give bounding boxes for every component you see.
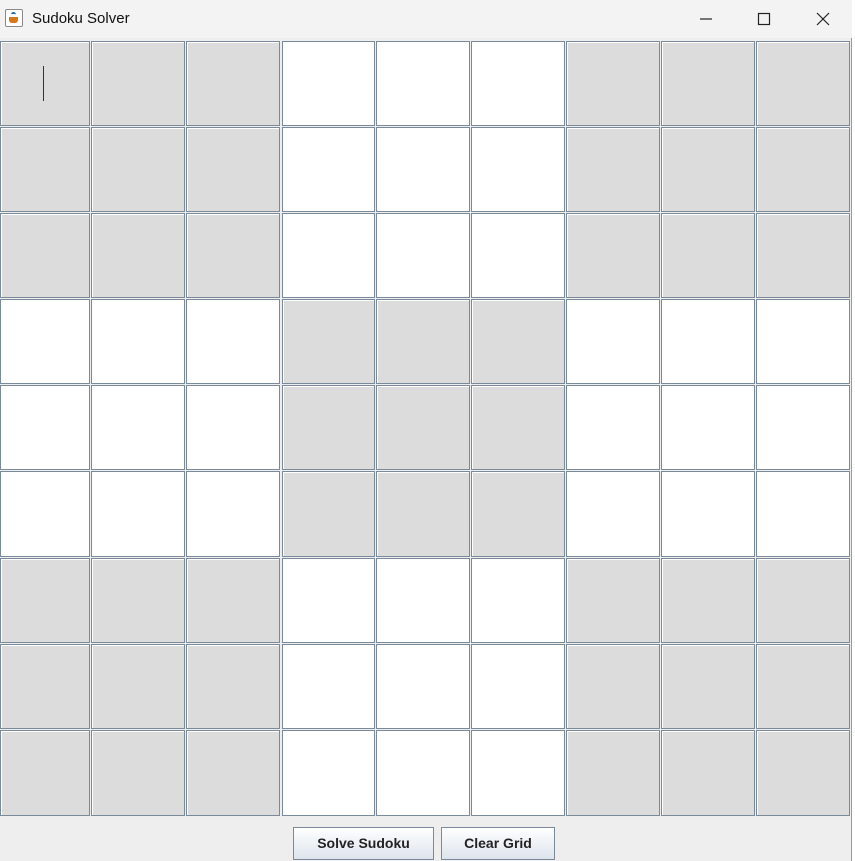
sudoku-cell[interactable] [0,41,90,126]
sudoku-cell[interactable] [91,644,185,729]
sudoku-grid [0,41,851,817]
sudoku-cell[interactable] [756,213,850,298]
clear-grid-button[interactable]: Clear Grid [441,827,555,860]
sudoku-cell[interactable] [756,127,850,212]
sudoku-cell[interactable] [0,299,90,384]
sudoku-cell[interactable] [376,299,470,384]
sudoku-cell[interactable] [186,558,280,643]
sudoku-cell[interactable] [566,299,660,384]
sudoku-cell[interactable] [376,127,470,212]
sudoku-cell[interactable] [0,471,90,557]
solve-sudoku-button[interactable]: Solve Sudoku [293,827,434,860]
sudoku-cell[interactable] [282,644,375,729]
sudoku-cell[interactable] [282,127,375,212]
sudoku-cell[interactable] [0,644,90,729]
sudoku-cell[interactable] [471,471,565,557]
sudoku-cell[interactable] [376,385,470,470]
app-window: Sudoku Solver Solve Sudoku Clear Grid [0,0,852,861]
sudoku-cell[interactable] [566,730,660,816]
sudoku-cell[interactable] [566,213,660,298]
window-title: Sudoku Solver [32,10,130,27]
sudoku-cell[interactable] [0,127,90,212]
sudoku-cell[interactable] [566,41,660,126]
sudoku-cell[interactable] [91,299,185,384]
minimize-icon [700,18,712,20]
sudoku-cell[interactable] [91,213,185,298]
sudoku-cell[interactable] [91,471,185,557]
sudoku-cell[interactable] [186,471,280,557]
sudoku-cell[interactable] [756,730,850,816]
sudoku-cell[interactable] [756,385,850,470]
sudoku-cell[interactable] [756,644,850,729]
sudoku-cell[interactable] [756,471,850,557]
sudoku-cell[interactable] [471,730,565,816]
sudoku-cell[interactable] [661,730,755,816]
sudoku-cell[interactable] [376,471,470,557]
sudoku-cell[interactable] [661,299,755,384]
sudoku-cell[interactable] [186,127,280,212]
java-cup-icon[interactable] [5,9,23,27]
sudoku-cell[interactable] [566,558,660,643]
maximize-icon [757,12,771,26]
sudoku-cell[interactable] [661,558,755,643]
sudoku-cell[interactable] [282,41,375,126]
sudoku-cell[interactable] [0,730,90,816]
title-bar: Sudoku Solver [0,0,852,38]
sudoku-cell[interactable] [471,299,565,384]
sudoku-cell[interactable] [661,213,755,298]
sudoku-cell[interactable] [0,213,90,298]
sudoku-cell[interactable] [566,644,660,729]
sudoku-cell[interactable] [566,471,660,557]
sudoku-cell[interactable] [186,41,280,126]
sudoku-cell[interactable] [471,644,565,729]
sudoku-cell[interactable] [756,41,850,126]
sudoku-cell[interactable] [471,558,565,643]
sudoku-cell[interactable] [91,730,185,816]
sudoku-cell[interactable] [0,558,90,643]
maximize-button[interactable] [741,0,787,38]
sudoku-cell[interactable] [282,299,375,384]
sudoku-cell[interactable] [282,213,375,298]
sudoku-cell[interactable] [661,471,755,557]
sudoku-cell[interactable] [282,730,375,816]
sudoku-cell[interactable] [376,644,470,729]
sudoku-cell[interactable] [91,41,185,126]
sudoku-cell[interactable] [282,471,375,557]
sudoku-cell[interactable] [471,385,565,470]
sudoku-cell[interactable] [0,385,90,470]
sudoku-cell[interactable] [186,730,280,816]
sudoku-cell[interactable] [661,127,755,212]
sudoku-cell[interactable] [186,385,280,470]
close-icon [816,12,830,26]
sudoku-cell[interactable] [471,41,565,126]
sudoku-cell[interactable] [186,213,280,298]
sudoku-cell[interactable] [471,127,565,212]
sudoku-cell[interactable] [91,558,185,643]
sudoku-cell[interactable] [566,385,660,470]
minimize-button[interactable] [683,0,729,38]
close-button[interactable] [800,0,846,38]
sudoku-cell[interactable] [661,41,755,126]
sudoku-cell[interactable] [376,558,470,643]
sudoku-cell[interactable] [186,644,280,729]
sudoku-cell[interactable] [282,558,375,643]
sudoku-cell[interactable] [756,558,850,643]
sudoku-cell[interactable] [91,385,185,470]
sudoku-cell[interactable] [661,385,755,470]
sudoku-cell[interactable] [756,299,850,384]
sudoku-cell[interactable] [186,299,280,384]
sudoku-cell[interactable] [376,730,470,816]
sudoku-cell[interactable] [376,213,470,298]
sudoku-cell[interactable] [661,644,755,729]
text-cursor [43,66,44,101]
sudoku-cell[interactable] [91,127,185,212]
sudoku-cell[interactable] [376,41,470,126]
sudoku-cell[interactable] [471,213,565,298]
sudoku-cell[interactable] [566,127,660,212]
sudoku-cell[interactable] [282,385,375,470]
